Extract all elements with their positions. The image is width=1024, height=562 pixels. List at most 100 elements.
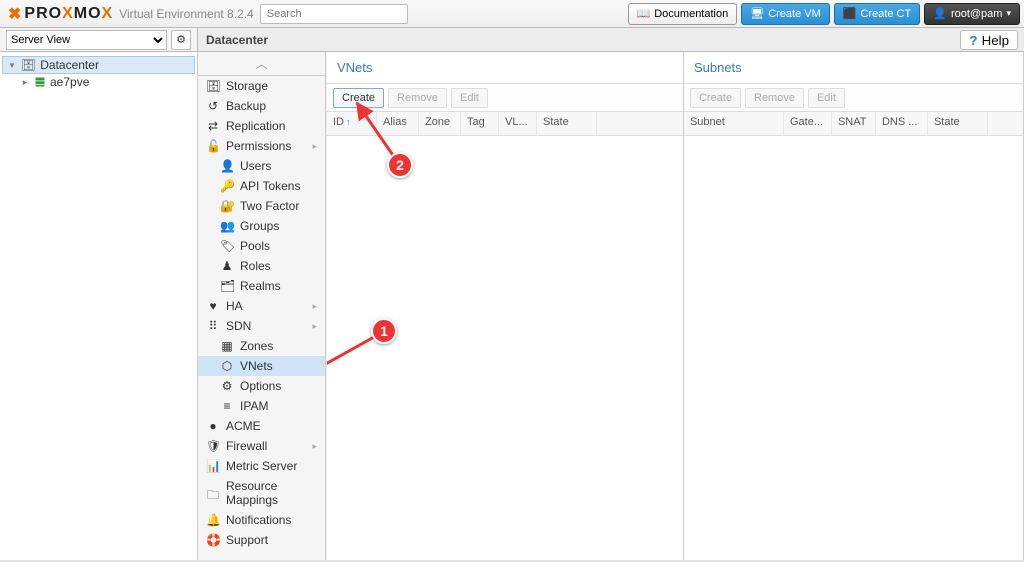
two-factor-icon: 🔐 bbox=[220, 199, 234, 213]
vnets-grid-header: ID↑AliasZoneTagVL...State bbox=[327, 112, 683, 136]
tree-node-datacenter[interactable]: ▾ 🗄 Datacenter bbox=[2, 56, 195, 74]
nav-item-resource-mappings[interactable]: 🗀Resource Mappings bbox=[198, 476, 325, 510]
ipam-icon: ≡ bbox=[220, 399, 234, 413]
expand-icon: ▾ bbox=[7, 60, 17, 71]
column-header[interactable]: Alias bbox=[377, 112, 419, 135]
user-menu-button[interactable]: 👤 root@pam ▾ bbox=[924, 3, 1020, 25]
nav-item-label: Pools bbox=[240, 239, 270, 253]
create-ct-button[interactable]: ⬛ Create CT bbox=[834, 3, 920, 25]
tree-header: Server View ⚙ bbox=[0, 28, 198, 51]
nav-item-label: HA bbox=[226, 299, 243, 313]
resource-tree: ▾ 🗄 Datacenter ▸ ae7pve bbox=[0, 52, 198, 560]
tree-node-label: ae7pve bbox=[50, 75, 89, 89]
content-area: VNets Create Remove Edit ID↑AliasZoneTag… bbox=[326, 52, 1024, 560]
roles-icon: ♟ bbox=[220, 259, 234, 273]
groups-icon: 👥 bbox=[220, 219, 234, 233]
nav-item-backup[interactable]: ↺Backup bbox=[198, 96, 325, 116]
column-header[interactable]: Tag bbox=[461, 112, 499, 135]
nav-item-pools[interactable]: 🏷Pools bbox=[198, 236, 325, 256]
nav-item-replication[interactable]: ⇄Replication bbox=[198, 116, 325, 136]
column-header[interactable]: VL... bbox=[499, 112, 537, 135]
nav-item-sdn[interactable]: ⠿SDN▸ bbox=[198, 316, 325, 336]
nav-item-realms[interactable]: 🗂Realms bbox=[198, 276, 325, 296]
expand-icon: ▸ bbox=[20, 77, 30, 88]
breadcrumb: Datacenter bbox=[198, 28, 954, 51]
help-icon: ? bbox=[969, 33, 977, 48]
documentation-button[interactable]: 📖 Documentation bbox=[628, 3, 738, 25]
vnets-toolbar: Create Remove Edit bbox=[327, 84, 683, 112]
search-input[interactable] bbox=[260, 4, 408, 24]
vnets-icon: ⬡ bbox=[220, 359, 234, 373]
subnets-title: Subnets bbox=[684, 52, 1023, 84]
logo-x-icon: ✖ bbox=[8, 4, 22, 24]
nav-item-metric-server[interactable]: 📊 Metric Server bbox=[198, 456, 325, 476]
logo: ✖ PROXMOX bbox=[4, 4, 117, 24]
datacenter-icon: 🗄 bbox=[21, 58, 36, 72]
nav-item-label: Users bbox=[240, 159, 271, 173]
nav-item-label: Replication bbox=[226, 119, 285, 133]
nav-item-notifications[interactable]: 🔔Notifications bbox=[198, 510, 325, 530]
help-button[interactable]: ? Help bbox=[960, 30, 1018, 50]
create-vm-label: Create VM bbox=[768, 8, 821, 20]
backup-icon: ↺ bbox=[206, 99, 220, 113]
top-header: ✖ PROXMOX Virtual Environment 8.2.4 📖 Do… bbox=[0, 0, 1024, 28]
nav-item-roles[interactable]: ♟Roles bbox=[198, 256, 325, 276]
metric-server-icon: 📊 bbox=[206, 459, 220, 473]
nav-item-zones[interactable]: ▦Zones bbox=[198, 336, 325, 356]
nav-item-options[interactable]: ⚙Options bbox=[198, 376, 325, 396]
column-header[interactable]: Subnet bbox=[684, 112, 784, 135]
column-header[interactable]: SNAT bbox=[832, 112, 876, 135]
nav-item-acme[interactable]: ●ACME bbox=[198, 416, 325, 436]
vnets-title: VNets bbox=[327, 52, 683, 84]
nav-item-label: Groups bbox=[240, 219, 279, 233]
vnets-edit-button[interactable]: Edit bbox=[451, 88, 488, 108]
nav-item-api-tokens[interactable]: 🔑 API Tokens bbox=[198, 176, 325, 196]
nav-item-users[interactable]: 👤 Users bbox=[198, 156, 325, 176]
subnets-create-button[interactable]: Create bbox=[690, 88, 741, 108]
nav-item-vnets[interactable]: ⬡VNets bbox=[198, 356, 325, 376]
permissions-icon: 🔓 bbox=[206, 139, 220, 153]
nav-item-storage[interactable]: 🗄 Storage bbox=[198, 76, 325, 96]
nav-item-groups[interactable]: 👥 Groups bbox=[198, 216, 325, 236]
column-header[interactable]: Gate... bbox=[784, 112, 832, 135]
users-icon: 👤 bbox=[220, 159, 234, 173]
subnets-grid-header: SubnetGate...SNATDNS ...State bbox=[684, 112, 1023, 136]
nav-item-firewall[interactable]: 🛡Firewall▸ bbox=[198, 436, 325, 456]
collapse-nav-button[interactable]: ︿ bbox=[198, 52, 325, 76]
nav-item-label: Storage bbox=[226, 79, 268, 93]
vnets-remove-button[interactable]: Remove bbox=[388, 88, 447, 108]
monitor-icon: 🖥 bbox=[750, 7, 764, 20]
subnets-remove-button[interactable]: Remove bbox=[745, 88, 804, 108]
nav-item-label: Firewall bbox=[226, 439, 267, 453]
storage-icon: 🗄 bbox=[206, 79, 220, 93]
nav-item-label: Metric Server bbox=[226, 459, 297, 473]
column-header[interactable]: State bbox=[537, 112, 597, 135]
subnets-edit-button[interactable]: Edit bbox=[808, 88, 845, 108]
nav-item-ipam[interactable]: ≡IPAM bbox=[198, 396, 325, 416]
chevron-right-icon: ▸ bbox=[312, 301, 317, 312]
column-header[interactable]: Zone bbox=[419, 112, 461, 135]
documentation-label: Documentation bbox=[654, 8, 728, 20]
gear-icon: ⚙ bbox=[176, 33, 186, 46]
column-header[interactable]: State bbox=[928, 112, 988, 135]
tree-node-server[interactable]: ▸ ae7pve bbox=[2, 74, 195, 90]
column-header[interactable]: DNS ... bbox=[876, 112, 928, 135]
column-header[interactable]: ID↑ bbox=[327, 112, 377, 135]
create-vm-button[interactable]: 🖥 Create VM bbox=[741, 3, 830, 25]
api-tokens-icon: 🔑 bbox=[220, 179, 234, 193]
nav-item-ha[interactable]: ♥HA▸ bbox=[198, 296, 325, 316]
nav-item-label: SDN bbox=[226, 319, 251, 333]
nav-item-support[interactable]: 🛟Support bbox=[198, 530, 325, 550]
vnets-create-button[interactable]: Create bbox=[333, 88, 384, 108]
nav-item-permissions[interactable]: 🔓Permissions▸ bbox=[198, 136, 325, 156]
nav-item-two-factor[interactable]: 🔐Two Factor bbox=[198, 196, 325, 216]
view-mode-select[interactable]: Server View bbox=[6, 30, 167, 50]
env-title: Virtual Environment 8.2.4 bbox=[119, 7, 254, 21]
help-label: Help bbox=[982, 33, 1009, 48]
acme-icon: ● bbox=[206, 419, 220, 433]
create-ct-label: Create CT bbox=[860, 8, 911, 20]
nav-item-label: Support bbox=[226, 533, 268, 547]
subnets-panel: Subnets Create Remove Edit SubnetGate...… bbox=[684, 52, 1024, 560]
nav-item-label: API Tokens bbox=[240, 179, 300, 193]
tree-settings-button[interactable]: ⚙ bbox=[171, 30, 191, 50]
